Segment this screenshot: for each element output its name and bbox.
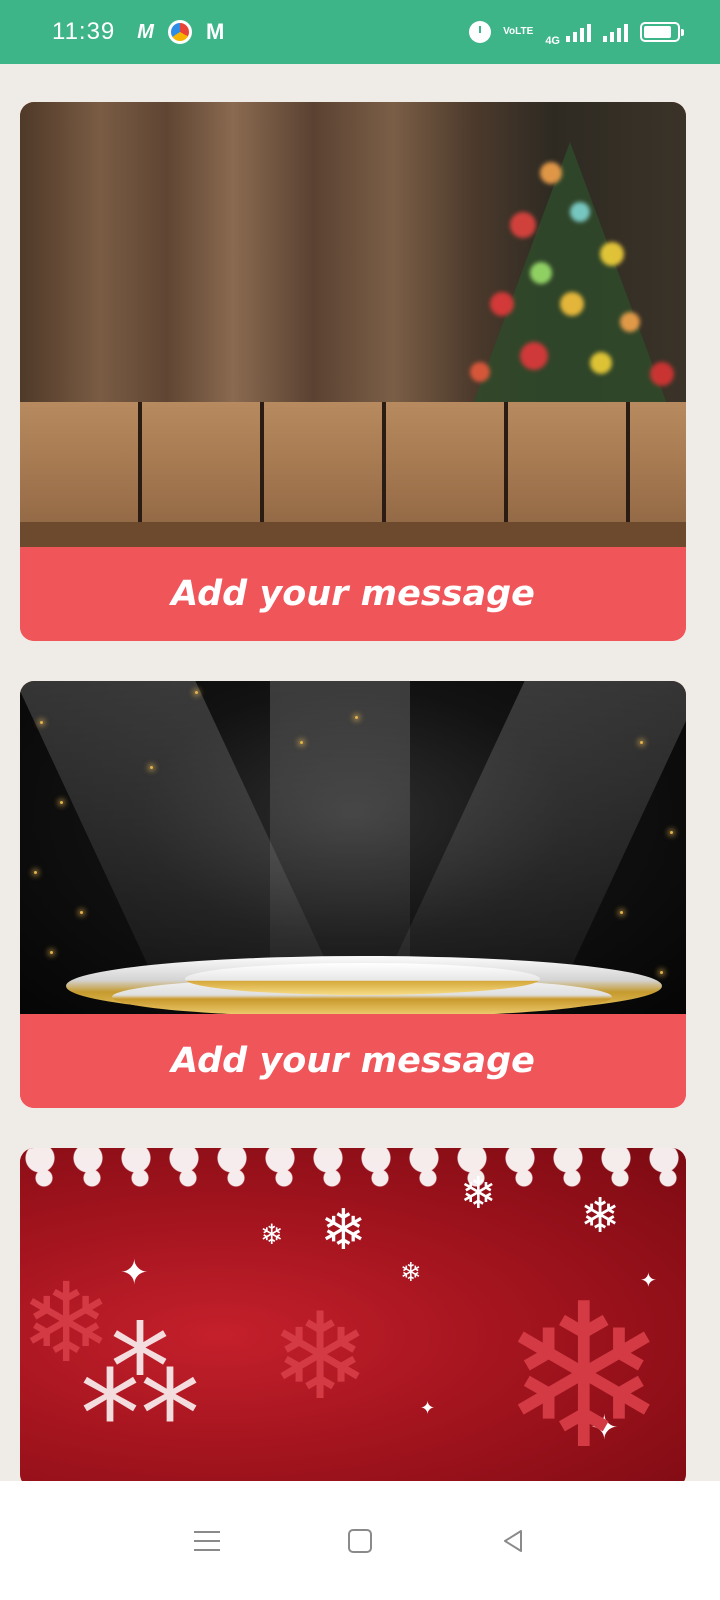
network-type-label: 4G — [545, 35, 560, 47]
menu-button[interactable] — [187, 1521, 227, 1561]
volte-line-2: LTE — [515, 26, 534, 37]
signal-icon — [603, 22, 628, 42]
battery-fill — [644, 26, 672, 38]
christmas-tree-image — [450, 122, 686, 412]
greeting-card[interactable]: ❄ ❄ ❄ ❄ ❄ ✦ ✦ ✦ ✦ ❄ ❄ ❄ ⁂ — [20, 1148, 686, 1488]
snowflake-icon: ❄ — [260, 1218, 284, 1251]
card-background-image[interactable] — [20, 681, 686, 1014]
card-feed[interactable]: Add your message Add your message ❄ ❄ ❄ … — [20, 102, 686, 1528]
status-bar: 11:39 M M Vo LTE 4G — [0, 0, 720, 64]
snowflake-icon: ❄ — [400, 1258, 422, 1288]
add-message-button[interactable]: Add your message — [20, 547, 686, 641]
snowflake-icon: ❄ — [270, 1288, 371, 1427]
card-background-image[interactable] — [20, 102, 686, 547]
greeting-card[interactable]: Add your message — [20, 681, 686, 1108]
battery-icon — [640, 22, 684, 42]
m-app-icon: M — [137, 20, 154, 43]
snowflake-icon: ❄ — [580, 1188, 621, 1244]
colorful-app-icon — [167, 20, 192, 44]
notification-icons: M M — [137, 19, 224, 45]
volte-line-1: Vo — [503, 26, 516, 37]
snowflake-icon: ❄ — [460, 1168, 497, 1219]
volte-icon: Vo LTE — [503, 27, 533, 37]
greeting-card[interactable]: Add your message — [20, 102, 686, 641]
back-button[interactable] — [493, 1521, 533, 1561]
system-icons: Vo LTE 4G — [469, 17, 684, 47]
add-message-button[interactable]: Add your message — [20, 1014, 686, 1108]
system-nav-bar — [0, 1481, 720, 1600]
signal-4g-icon — [566, 22, 591, 42]
menu-icon — [193, 1530, 220, 1551]
back-icon — [504, 1529, 523, 1552]
snowflake-icon: ❄ — [500, 1261, 668, 1488]
home-button[interactable] — [340, 1521, 380, 1561]
home-icon — [347, 1528, 372, 1553]
snowflake-icon: ❄ — [320, 1198, 367, 1263]
tree-sparkle-icon: ⁂ — [80, 1308, 200, 1447]
card-background-image[interactable]: ❄ ❄ ❄ ❄ ❄ ✦ ✦ ✦ ✦ ❄ ❄ ❄ ⁂ — [20, 1148, 686, 1488]
sparkle-icon: ✦ — [420, 1398, 436, 1419]
sparkle-icon: ✦ — [120, 1253, 149, 1293]
alarm-icon — [469, 21, 492, 43]
status-time: 11:39 — [52, 18, 116, 45]
gmail-icon: M — [205, 19, 225, 44]
